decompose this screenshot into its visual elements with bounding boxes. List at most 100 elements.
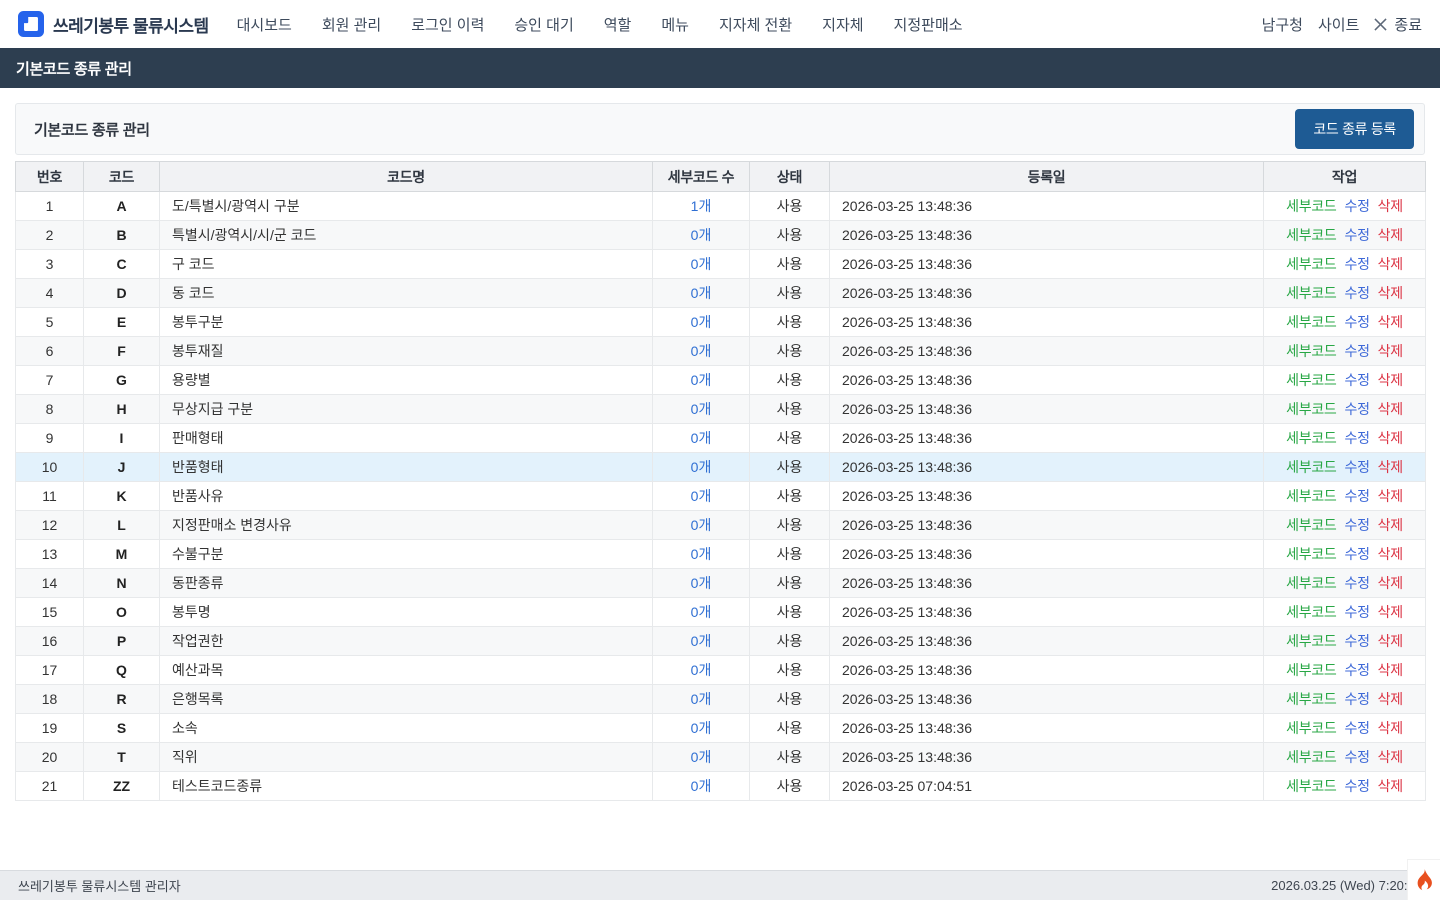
delete-link[interactable]: 삭제 xyxy=(1378,285,1403,301)
delete-link[interactable]: 삭제 xyxy=(1378,662,1403,678)
delete-link[interactable]: 삭제 xyxy=(1378,517,1403,533)
nav-item-6[interactable]: 메뉴 xyxy=(661,14,689,35)
detail-code-link[interactable]: 세부코드 xyxy=(1286,372,1336,388)
edit-link[interactable]: 수정 xyxy=(1344,604,1369,620)
register-code-type-button[interactable]: 코드 종류 등록 xyxy=(1295,109,1414,149)
detail-code-link[interactable]: 세부코드 xyxy=(1286,633,1336,649)
delete-link[interactable]: 삭제 xyxy=(1378,314,1403,330)
delete-link[interactable]: 삭제 xyxy=(1378,227,1403,243)
brand[interactable]: 쓰레기봉투 물류시스템 xyxy=(18,11,209,37)
edit-link[interactable]: 수정 xyxy=(1344,517,1369,533)
detail-code-link[interactable]: 세부코드 xyxy=(1286,227,1336,243)
nav-item-8[interactable]: 지자체 xyxy=(822,14,863,35)
nav-item-3[interactable]: 로그인 이력 xyxy=(411,14,484,35)
detail-code-link[interactable]: 세부코드 xyxy=(1286,198,1336,214)
detail-count-link[interactable]: 1개 xyxy=(691,198,712,214)
edit-link[interactable]: 수정 xyxy=(1344,720,1369,736)
edit-link[interactable]: 수정 xyxy=(1344,749,1369,765)
detail-count-link[interactable]: 0개 xyxy=(691,517,712,533)
edit-link[interactable]: 수정 xyxy=(1344,633,1369,649)
edit-link[interactable]: 수정 xyxy=(1344,198,1369,214)
detail-count-link[interactable]: 0개 xyxy=(691,633,712,649)
detail-code-link[interactable]: 세부코드 xyxy=(1286,720,1336,736)
site-link[interactable]: 사이트 xyxy=(1318,14,1359,35)
edit-link[interactable]: 수정 xyxy=(1344,256,1369,272)
delete-link[interactable]: 삭제 xyxy=(1378,372,1403,388)
edit-link[interactable]: 수정 xyxy=(1344,372,1369,388)
edit-link[interactable]: 수정 xyxy=(1344,575,1369,591)
detail-code-link[interactable]: 세부코드 xyxy=(1286,517,1336,533)
row-number: 7 xyxy=(16,366,84,395)
delete-link[interactable]: 삭제 xyxy=(1378,401,1403,417)
nav-item-1[interactable]: 대시보드 xyxy=(237,14,292,35)
detail-count-link[interactable]: 0개 xyxy=(691,314,712,330)
delete-link[interactable]: 삭제 xyxy=(1378,720,1403,736)
detail-count-link[interactable]: 0개 xyxy=(691,227,712,243)
edit-link[interactable]: 수정 xyxy=(1344,314,1369,330)
delete-link[interactable]: 삭제 xyxy=(1378,488,1403,504)
detail-code-link[interactable]: 세부코드 xyxy=(1286,749,1336,765)
exit-button[interactable]: 종료 xyxy=(1374,14,1422,35)
detail-count-link[interactable]: 0개 xyxy=(691,691,712,707)
delete-link[interactable]: 삭제 xyxy=(1378,546,1403,562)
detail-count-link[interactable]: 0개 xyxy=(691,401,712,417)
detail-code-link[interactable]: 세부코드 xyxy=(1286,343,1336,359)
detail-code-link[interactable]: 세부코드 xyxy=(1286,546,1336,562)
detail-count-link[interactable]: 0개 xyxy=(691,778,712,794)
detail-count-link[interactable]: 0개 xyxy=(691,459,712,475)
detail-code-link[interactable]: 세부코드 xyxy=(1286,604,1336,620)
detail-code-link[interactable]: 세부코드 xyxy=(1286,778,1336,794)
edit-link[interactable]: 수정 xyxy=(1344,401,1369,417)
detail-count-link[interactable]: 0개 xyxy=(691,372,712,388)
detail-code-link[interactable]: 세부코드 xyxy=(1286,256,1336,272)
detail-count-link[interactable]: 0개 xyxy=(691,749,712,765)
detail-code-link[interactable]: 세부코드 xyxy=(1286,691,1336,707)
detail-count-link[interactable]: 0개 xyxy=(691,720,712,736)
detail-count-link[interactable]: 0개 xyxy=(691,604,712,620)
nav-item-4[interactable]: 승인 대기 xyxy=(514,14,573,35)
delete-link[interactable]: 삭제 xyxy=(1378,459,1403,475)
delete-link[interactable]: 삭제 xyxy=(1378,633,1403,649)
detail-count-link[interactable]: 0개 xyxy=(691,343,712,359)
detail-count-link[interactable]: 0개 xyxy=(691,285,712,301)
edit-link[interactable]: 수정 xyxy=(1344,488,1369,504)
delete-link[interactable]: 삭제 xyxy=(1378,749,1403,765)
detail-code-link[interactable]: 세부코드 xyxy=(1286,285,1336,301)
footer-bar: 쓰레기봉투 물류시스템 관리자 2026.03.25 (Wed) 7:20:22 xyxy=(0,870,1440,900)
detail-code-link[interactable]: 세부코드 xyxy=(1286,459,1336,475)
detail-code-link[interactable]: 세부코드 xyxy=(1286,430,1336,446)
edit-link[interactable]: 수정 xyxy=(1344,778,1369,794)
detail-count-link[interactable]: 0개 xyxy=(691,256,712,272)
delete-link[interactable]: 삭제 xyxy=(1378,343,1403,359)
delete-link[interactable]: 삭제 xyxy=(1378,604,1403,620)
detail-count-link[interactable]: 0개 xyxy=(691,662,712,678)
delete-link[interactable]: 삭제 xyxy=(1378,256,1403,272)
edit-link[interactable]: 수정 xyxy=(1344,227,1369,243)
edit-link[interactable]: 수정 xyxy=(1344,285,1369,301)
delete-link[interactable]: 삭제 xyxy=(1378,430,1403,446)
detail-code-link[interactable]: 세부코드 xyxy=(1286,488,1336,504)
nav-item-2[interactable]: 회원 관리 xyxy=(322,14,381,35)
row-number: 9 xyxy=(16,424,84,453)
delete-link[interactable]: 삭제 xyxy=(1378,575,1403,591)
delete-link[interactable]: 삭제 xyxy=(1378,778,1403,794)
detail-code-link[interactable]: 세부코드 xyxy=(1286,662,1336,678)
delete-link[interactable]: 삭제 xyxy=(1378,691,1403,707)
edit-link[interactable]: 수정 xyxy=(1344,430,1369,446)
nav-item-9[interactable]: 지정판매소 xyxy=(894,14,963,35)
edit-link[interactable]: 수정 xyxy=(1344,546,1369,562)
delete-link[interactable]: 삭제 xyxy=(1378,198,1403,214)
nav-item-5[interactable]: 역할 xyxy=(604,14,632,35)
detail-code-link[interactable]: 세부코드 xyxy=(1286,401,1336,417)
detail-count-link[interactable]: 0개 xyxy=(691,546,712,562)
nav-item-7[interactable]: 지자체 전환 xyxy=(719,14,792,35)
detail-code-link[interactable]: 세부코드 xyxy=(1286,314,1336,330)
edit-link[interactable]: 수정 xyxy=(1344,343,1369,359)
detail-count-link[interactable]: 0개 xyxy=(691,488,712,504)
edit-link[interactable]: 수정 xyxy=(1344,662,1369,678)
edit-link[interactable]: 수정 xyxy=(1344,691,1369,707)
detail-code-link[interactable]: 세부코드 xyxy=(1286,575,1336,591)
detail-count-link[interactable]: 0개 xyxy=(691,575,712,591)
edit-link[interactable]: 수정 xyxy=(1344,459,1369,475)
detail-count-link[interactable]: 0개 xyxy=(691,430,712,446)
